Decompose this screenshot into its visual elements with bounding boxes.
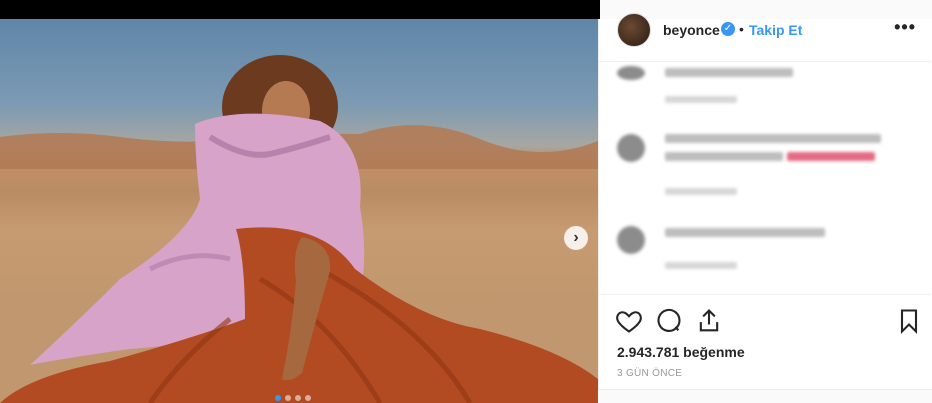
separator-dot: •	[739, 21, 744, 37]
blurred-comment-text	[665, 228, 825, 237]
comment-icon[interactable]	[655, 307, 683, 335]
carousel-dot	[285, 395, 291, 401]
blurred-comment-text	[665, 134, 881, 143]
carousel-indicator	[275, 395, 311, 401]
post-actions: 2.943.781 beğenme 3 GÜN ÖNCE	[599, 294, 931, 390]
blurred-comment-text	[665, 68, 793, 77]
blurred-avatar	[617, 66, 645, 80]
carousel-dot	[305, 395, 311, 401]
post-image[interactable]: ›	[0, 19, 598, 403]
blurred-comment-text	[665, 152, 783, 161]
avatar[interactable]	[617, 13, 651, 47]
blurred-avatar	[617, 226, 645, 254]
follow-button[interactable]: Takip Et	[749, 22, 802, 38]
post-sidebar: beyonce ✓ • Takip Et ••• 2.943.781 beğen…	[598, 13, 932, 390]
likes-count[interactable]: 2.943.781 beğenme	[617, 344, 745, 360]
carousel-dot	[275, 395, 281, 401]
top-black-bar	[0, 0, 600, 19]
more-options-icon[interactable]: •••	[894, 17, 916, 38]
share-icon[interactable]	[695, 307, 723, 335]
blurred-comment-meta	[665, 262, 737, 269]
post-header: beyonce ✓ • Takip Et •••	[599, 13, 932, 47]
photo-illustration	[0, 55, 598, 403]
carousel-next-button[interactable]: ›	[564, 226, 588, 250]
carousel-dot	[295, 395, 301, 401]
blurred-avatar	[617, 134, 645, 162]
blurred-comment-meta	[665, 96, 737, 103]
verified-badge-icon: ✓	[721, 22, 735, 36]
comments-list	[599, 61, 931, 294]
save-bookmark-icon[interactable]	[895, 307, 923, 335]
heart-icon[interactable]	[615, 307, 643, 335]
post-timestamp[interactable]: 3 GÜN ÖNCE	[617, 368, 682, 379]
username-link[interactable]: beyonce	[663, 22, 720, 38]
blurred-comment-meta	[665, 188, 737, 195]
blurred-comment-highlight	[787, 152, 875, 161]
